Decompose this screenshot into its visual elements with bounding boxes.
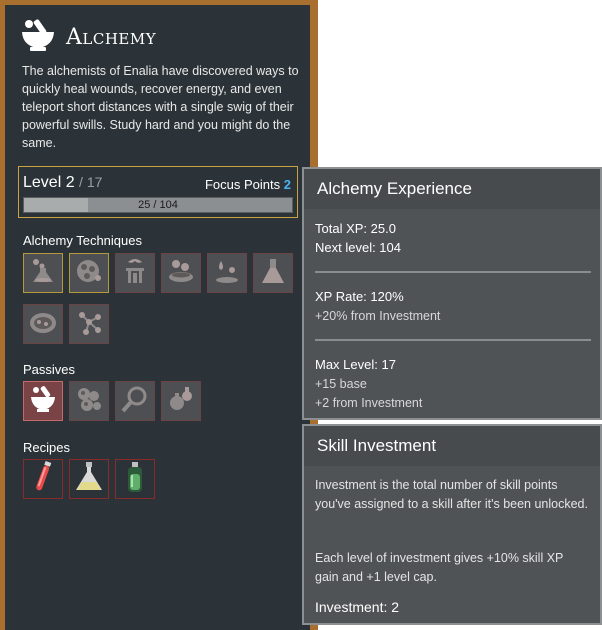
- level-current: Level 2: [23, 174, 75, 191]
- slime-blob-icon: [28, 307, 58, 342]
- xp-rate-detail: +20% from Investment: [315, 309, 441, 323]
- xp-tooltip-title: Alchemy Experience: [304, 169, 600, 210]
- technique-slot[interactable]: [23, 304, 63, 344]
- skill-header: Alchemy: [20, 18, 156, 57]
- technique-slot[interactable]: [69, 304, 109, 344]
- xp-progress-bar: 25 / 104: [23, 197, 293, 213]
- max-level-investment: +2 from Investment: [315, 396, 423, 410]
- technique-slot[interactable]: [253, 253, 293, 293]
- recipe-slot[interactable]: [115, 459, 155, 499]
- recipe-slot[interactable]: [23, 459, 63, 499]
- technique-slot[interactable]: [69, 253, 109, 293]
- focus-points-value: 2: [283, 177, 291, 192]
- erlenmeyer-flask-icon: [258, 256, 288, 291]
- mortar-pestle-icon: [28, 384, 58, 419]
- yellow-potion-icon: [73, 460, 105, 499]
- green-bottle-icon: [121, 460, 149, 499]
- investment-description: Investment is the total number of skill …: [315, 478, 588, 511]
- divider: [315, 271, 591, 273]
- focus-points-label: Focus Points: [204, 177, 281, 192]
- technique-slot[interactable]: [161, 253, 201, 293]
- red-vial-icon: [28, 460, 58, 499]
- investment-tooltip-title: Skill Investment: [304, 426, 600, 467]
- total-xp: Total XP: 25.0: [315, 221, 396, 236]
- level-box[interactable]: Level 2 / 17 Focus Points 2 25 / 104: [18, 166, 298, 218]
- bubbling-dish-icon: [166, 256, 196, 291]
- technique-slot[interactable]: [115, 253, 155, 293]
- xp-rate: XP Rate: 120%: [315, 289, 404, 304]
- skill-title: Alchemy: [66, 25, 157, 50]
- magnifier-icon: [120, 384, 150, 419]
- skill-description: The alchemists of Enalia have discovered…: [22, 64, 299, 150]
- passives-heading: Passives: [23, 362, 76, 377]
- xp-tooltip-body: Total XP: 25.0 Next level: 104 XP Rate: …: [304, 209, 600, 418]
- potion-pair-icon: [166, 384, 196, 419]
- molecule-icon: [74, 307, 104, 342]
- technique-slot[interactable]: [207, 253, 247, 293]
- max-level: Max Level: 17: [315, 357, 396, 372]
- spore-cluster-icon: [74, 256, 104, 291]
- technique-slot[interactable]: [23, 253, 63, 293]
- focus-points: Focus Points 2: [205, 177, 291, 192]
- mortar-pestle-icon: [20, 18, 56, 57]
- passive-slot[interactable]: [23, 381, 63, 421]
- flame-cauldron-icon: [120, 256, 150, 291]
- passive-slot[interactable]: [161, 381, 201, 421]
- level-label: Level 2 / 17: [23, 174, 102, 192]
- divider: [315, 339, 591, 341]
- drip-puddle-icon: [212, 256, 242, 291]
- passive-slot[interactable]: [69, 381, 109, 421]
- investment-tooltip: Skill Investment Investment is the total…: [302, 424, 602, 625]
- xp-tooltip: Alchemy Experience Total XP: 25.0 Next l…: [302, 167, 602, 420]
- investment-tooltip-body: Investment is the total number of skill …: [304, 466, 600, 623]
- level-max: / 17: [79, 174, 103, 190]
- bubbles-icon: [74, 384, 104, 419]
- investment-value: Investment: 2: [315, 599, 400, 615]
- flask-bubbles-icon: [28, 256, 58, 291]
- next-level: Next level: 104: [315, 240, 401, 255]
- recipes-heading: Recipes: [23, 440, 70, 455]
- recipe-slot[interactable]: [69, 459, 109, 499]
- xp-progress-text: 25 / 104: [138, 199, 178, 211]
- investment-effect: Each level of investment gives +10% skil…: [315, 551, 564, 584]
- passive-slot[interactable]: [115, 381, 155, 421]
- techniques-heading: Alchemy Techniques: [23, 233, 142, 248]
- max-level-base: +15 base: [315, 377, 367, 391]
